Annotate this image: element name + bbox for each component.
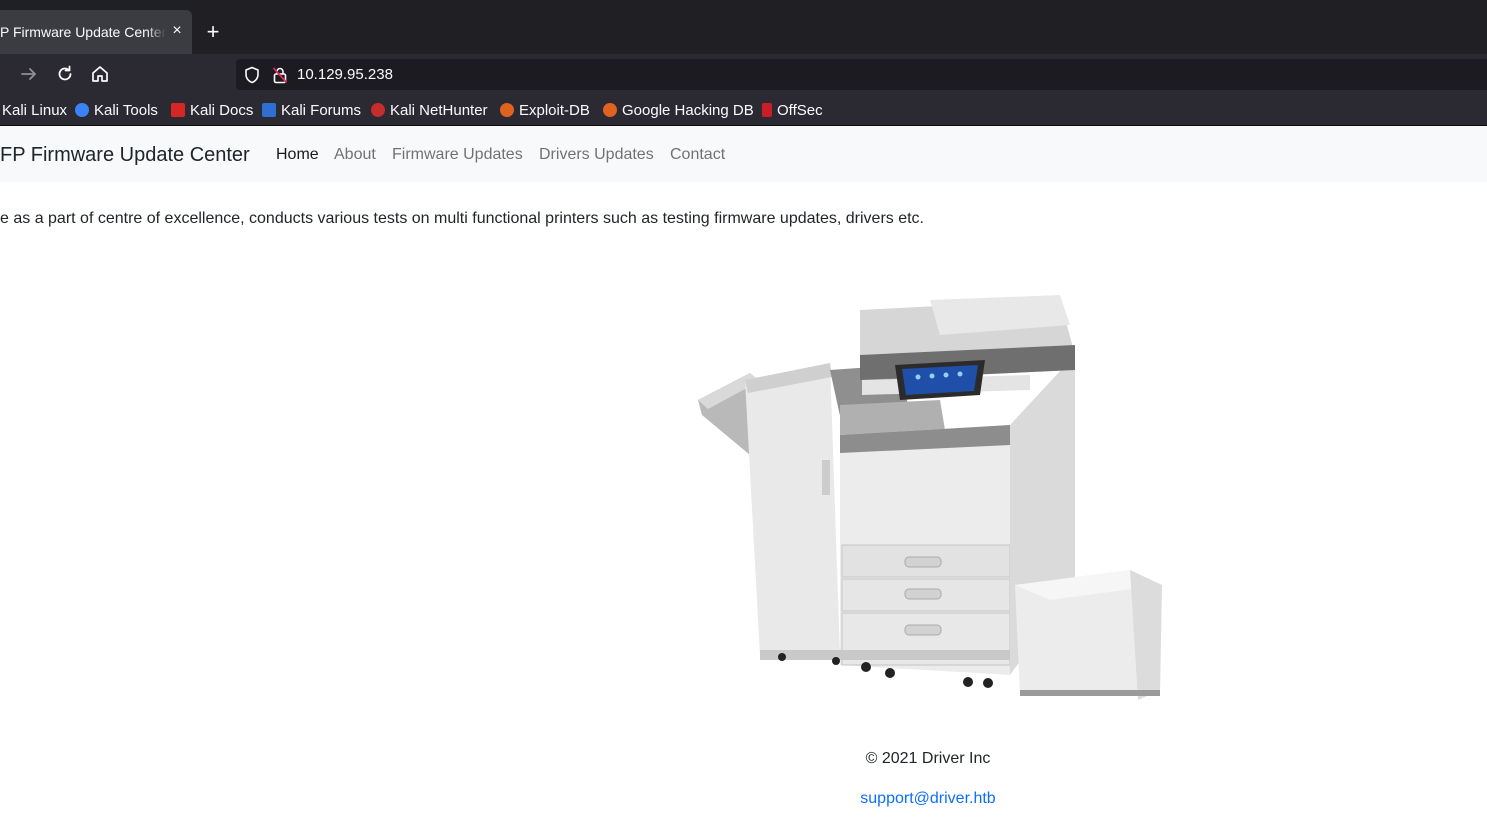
bookmark-exploit-db[interactable]: Exploit-DB	[500, 101, 590, 119]
ghdb-icon	[603, 103, 617, 117]
nav-link-about[interactable]: About	[334, 145, 376, 164]
bookmark-offsec[interactable]: OffSec	[762, 101, 823, 119]
nav-link-firmware-updates[interactable]: Firmware Updates	[392, 145, 523, 164]
new-tab-button[interactable]: +	[203, 21, 223, 43]
browser-tab-bar: P Firmware Update Center × +	[0, 0, 1487, 54]
footer-email-link[interactable]: support@driver.htb	[0, 789, 1487, 808]
nav-link-drivers-updates[interactable]: Drivers Updates	[539, 145, 654, 164]
bookmark-google-hacking-db[interactable]: Google Hacking DB	[603, 101, 754, 119]
bookmark-kali-forums[interactable]: Kali Forums	[262, 101, 361, 119]
browser-tab[interactable]: P Firmware Update Center ×	[0, 10, 192, 54]
bookmark-label: Google Hacking DB	[622, 101, 754, 119]
site-brand[interactable]: FP Firmware Update Center	[0, 143, 250, 167]
bookmark-label: Kali Forums	[281, 101, 362, 119]
insecure-lock-icon[interactable]	[272, 66, 288, 84]
kali-forums-icon	[262, 103, 276, 117]
offsec-icon	[762, 103, 772, 117]
bookmark-label: Kali Docs	[190, 101, 254, 119]
bookmark-kali-linux[interactable]: Kali Linux	[2, 101, 67, 119]
printer-image	[690, 295, 1170, 715]
bookmark-label: Kali Tools	[94, 101, 158, 119]
footer-copyright: © 2021 Driver Inc	[865, 750, 991, 767]
tab-title: P Firmware Update Center	[0, 24, 166, 40]
url-text[interactable]: 10.129.95.238	[297, 65, 393, 84]
bookmark-kali-tools[interactable]: Kali Tools	[75, 101, 158, 119]
exploit-db-icon	[500, 103, 514, 117]
close-tab-icon[interactable]: ×	[169, 21, 185, 41]
bookmark-label: Exploit-DB	[519, 101, 590, 119]
kali-docs-icon	[171, 103, 185, 117]
shield-icon[interactable]	[244, 66, 260, 84]
address-bar[interactable]	[236, 59, 1487, 90]
intro-text: e as a part of centre of excellence, con…	[0, 210, 924, 227]
bookmark-kali-docs[interactable]: Kali Docs	[171, 101, 253, 119]
bookmarks-toolbar: Kali Linux Kali Tools Kali Docs Kali For…	[0, 94, 1487, 126]
nethunter-icon	[371, 103, 385, 117]
bookmark-label: Kali Linux	[2, 101, 68, 119]
nav-link-home[interactable]: Home	[276, 145, 319, 164]
home-icon[interactable]	[90, 64, 110, 84]
reload-icon[interactable]	[55, 64, 75, 84]
nav-link-contact[interactable]: Contact	[670, 145, 725, 164]
bookmark-kali-nethunter[interactable]: Kali NetHunter	[371, 101, 488, 119]
bookmark-label: Kali NetHunter	[390, 101, 488, 119]
kali-tools-icon	[75, 103, 89, 117]
bookmark-label: OffSec	[777, 101, 823, 119]
forward-icon[interactable]	[19, 64, 39, 84]
